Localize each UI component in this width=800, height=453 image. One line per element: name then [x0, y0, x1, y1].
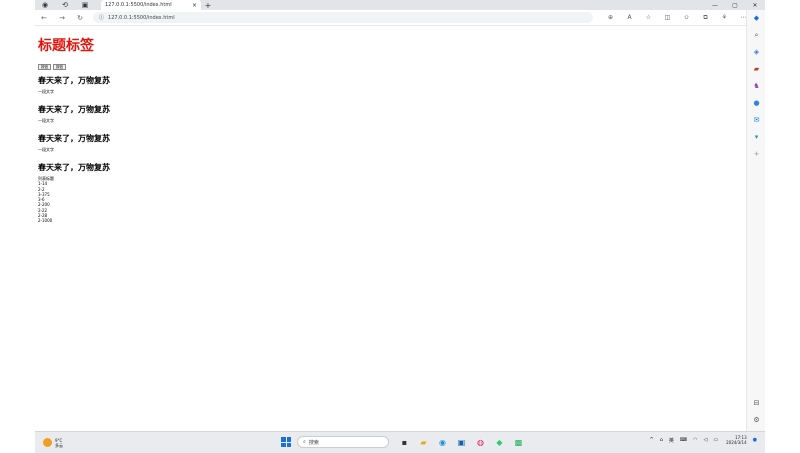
sidebar-settings-icon[interactable]: ⚙	[747, 412, 766, 429]
sidebar-bottom: ⊟ ⚙	[747, 395, 766, 429]
section-heading: 春天来了，万物复苏	[38, 134, 110, 143]
browser-tab[interactable]: 127.0.0.1:5500/index.html ×	[101, 0, 201, 10]
taskbar-apps: ▪ ▰ ◉ ▣ ◍ ◆ ▩	[395, 438, 528, 447]
close-window-button[interactable]: ✕	[745, 2, 765, 9]
address-bar-row: ← → ↻ ⓘ 127.0.0.1:5500/index.html ⊕ A ☆ …	[35, 10, 765, 26]
taskbar-search[interactable]: ⌕ 搜索	[297, 436, 389, 448]
favorites-icon[interactable]: ✩	[677, 14, 696, 22]
copilot-icon[interactable]: ◆	[747, 10, 766, 27]
info-icon[interactable]: ⓘ	[99, 14, 104, 21]
games-icon[interactable]: ♞	[747, 78, 766, 95]
profile-icon[interactable]: ◉	[35, 0, 55, 10]
window-controls: — ▢ ✕	[705, 2, 765, 9]
back-icon[interactable]: ←	[35, 14, 53, 22]
input-language[interactable]: 英	[669, 437, 674, 444]
network-icon[interactable]: ⌂	[660, 437, 663, 443]
battery-icon[interactable]: ▭	[713, 437, 718, 443]
new-tab-button[interactable]: +	[201, 1, 215, 10]
ime-icon[interactable]: ⌨	[680, 437, 687, 443]
hbuilder-icon[interactable]: ▩	[509, 438, 528, 447]
minimize-button[interactable]: —	[705, 2, 725, 9]
close-tab-icon[interactable]: ×	[189, 2, 197, 9]
collections-icon[interactable]: ⧉	[696, 14, 715, 22]
read-aloud-icon[interactable]: A	[620, 14, 639, 22]
url-input[interactable]: ⓘ 127.0.0.1:5500/index.html	[93, 12, 593, 23]
date-text: 2024/3/14	[726, 440, 747, 445]
task-view-icon[interactable]: ▪	[395, 438, 414, 447]
chevron-up-icon[interactable]: ^	[650, 437, 654, 443]
briefcase-icon[interactable]: ▰	[747, 61, 766, 78]
app-green-icon[interactable]: ◆	[490, 438, 509, 447]
section-text: 一段文字	[38, 147, 54, 152]
demo-button-1[interactable]: 按钮	[38, 64, 51, 70]
wifi-icon[interactable]: ◠	[693, 437, 697, 443]
file-explorer-icon[interactable]: ▰	[414, 438, 433, 447]
item-list: 列表标题 1-14 2-2 3-375 3-6 2-200 2-22 2-28 …	[38, 176, 738, 224]
search-placeholder: 搜索	[308, 439, 319, 446]
weather-desc: 多云	[55, 442, 63, 448]
workspaces-icon[interactable]: ⟲	[55, 0, 75, 10]
section-text: 一段文字	[38, 118, 54, 123]
section-heading: 春天来了，万物复苏	[38, 105, 110, 114]
tab-title: 127.0.0.1:5500/index.html	[105, 2, 172, 8]
clock[interactable]: 17:13 2024/3/14	[726, 435, 747, 445]
split-screen-icon[interactable]: ◫	[658, 14, 677, 22]
list-item: 2-1000	[38, 218, 53, 224]
extensions-icon[interactable]: ⚘	[715, 14, 734, 22]
notification-icon[interactable]: ●	[753, 437, 757, 443]
search-icon: ⌕	[303, 439, 306, 445]
app-red-icon[interactable]: ◍	[471, 438, 490, 447]
page-content: 标题标签 按钮 按钮 春天来了，万物复苏 一段文字 春天来了，万物复苏 一段文字…	[38, 30, 738, 224]
forward-icon[interactable]: →	[53, 14, 71, 22]
section-text: 一段文字	[38, 89, 54, 94]
weather-temp: 9°C	[55, 437, 63, 443]
store-icon[interactable]: ▣	[452, 438, 471, 447]
browser-sidebar: ◆ ⌕ ◈ ▰ ♞ ● ✉ ▾ + ⊟ ⚙	[746, 10, 765, 431]
windows-taskbar: 9°C 多云 ⌕ 搜索 ▪ ▰ ◉ ▣ ◍ ◆ ▩ ^ ⌂ 英 ⌨ ◠ ◁ ▭ …	[35, 431, 765, 453]
button-row: 按钮 按钮	[38, 64, 738, 70]
outlook-icon[interactable]: ✉	[747, 112, 766, 129]
tag-icon[interactable]: ◈	[747, 44, 766, 61]
weather-text: 9°C 多云	[55, 438, 63, 448]
office-icon[interactable]: ●	[747, 95, 766, 112]
taskbar-center: ⌕ 搜索 ▪ ▰ ◉ ▣ ◍ ◆ ▩	[281, 436, 528, 448]
url-text: 127.0.0.1:5500/index.html	[108, 14, 175, 21]
browser-tab-bar: ◉ ⟲ ▣ 127.0.0.1:5500/index.html × + — ▢ …	[35, 0, 765, 10]
section-heading: 春天来了，万物复苏	[38, 163, 110, 172]
demo-button-2[interactable]: 按钮	[53, 64, 66, 70]
section-heading: 春天来了，万物复苏	[38, 76, 110, 85]
hide-sidebar-icon[interactable]: ⊟	[747, 395, 766, 412]
weather-widget[interactable]: 9°C 多云	[43, 438, 63, 448]
browser-toolbar: ⊕ A ☆ ◫ ✩ ⧉ ⚘ ⋯	[601, 14, 753, 22]
volume-icon[interactable]: ◁	[704, 437, 708, 443]
start-icon[interactable]	[281, 437, 291, 447]
edge-icon[interactable]: ◉	[433, 438, 452, 447]
maximize-button[interactable]: ▢	[725, 2, 745, 9]
favorite-icon[interactable]: ☆	[639, 14, 658, 22]
system-tray: ^ ⌂ 英 ⌨ ◠ ◁ ▭ 17:13 2024/3/14 ●	[644, 435, 757, 445]
drop-icon[interactable]: ▾	[747, 129, 766, 146]
refresh-icon[interactable]: ↻	[71, 14, 89, 22]
weather-icon	[43, 438, 52, 447]
tab-actions-icon[interactable]: ▣	[75, 0, 95, 10]
add-sidebar-icon[interactable]: +	[747, 146, 766, 163]
page-title: 标题标签	[38, 38, 94, 54]
search-icon[interactable]: ⌕	[747, 27, 766, 44]
zoom-icon[interactable]: ⊕	[601, 14, 620, 22]
